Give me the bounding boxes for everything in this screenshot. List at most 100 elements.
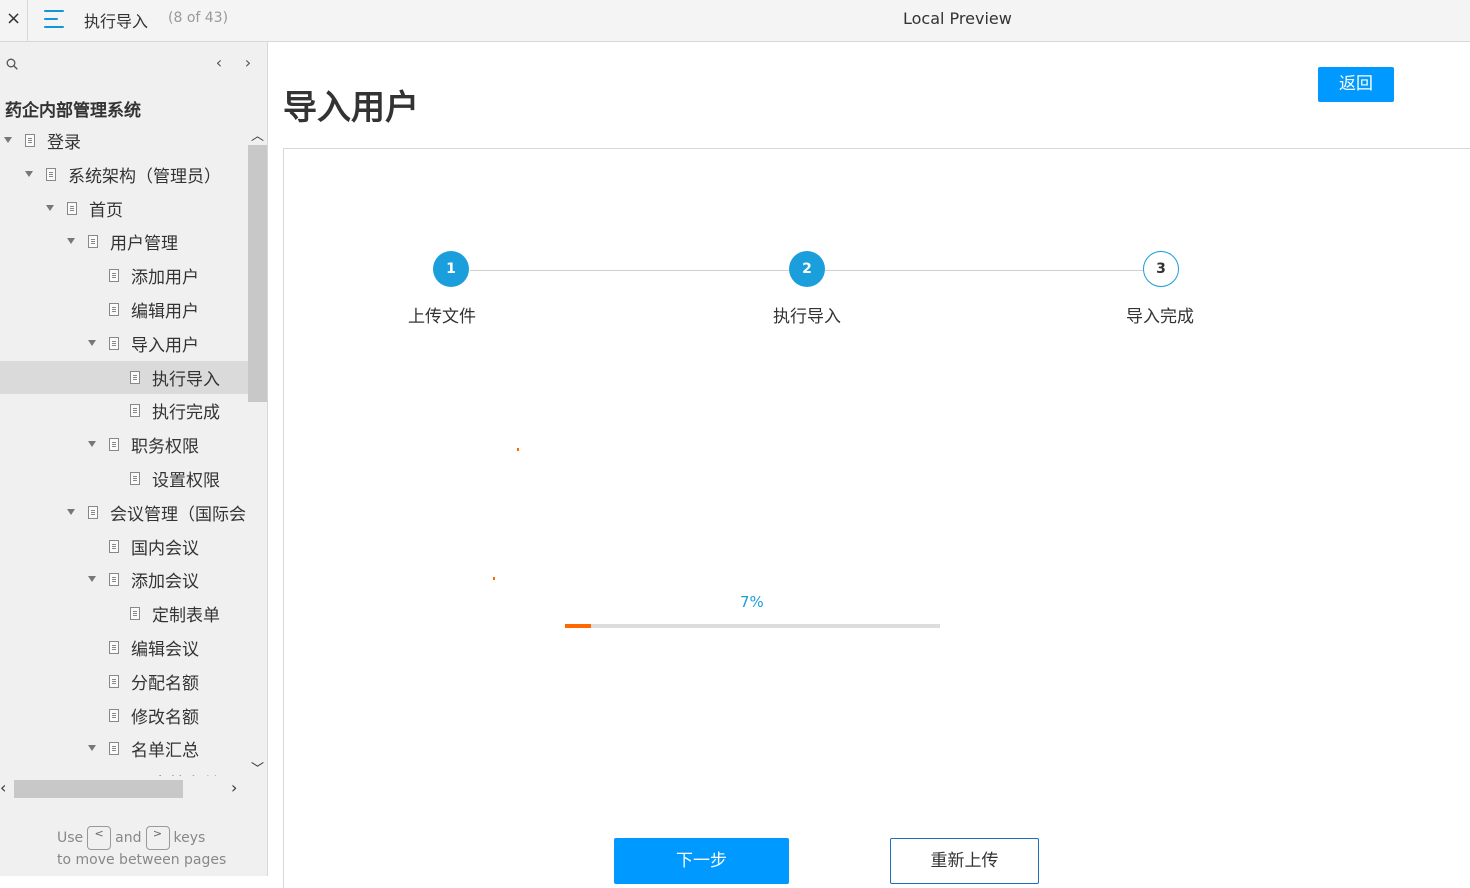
progress-bar (565, 624, 940, 628)
hamburger-menu-icon[interactable] (44, 10, 68, 30)
sidebar-item[interactable]: 修改名额 (0, 699, 248, 732)
sidebar-item[interactable]: 编辑用户 (0, 293, 248, 326)
page-icon (130, 607, 140, 620)
scroll-up-icon[interactable]: ︿ (251, 125, 264, 144)
sidebar-item[interactable]: 职务权限 (0, 428, 248, 461)
scroll-thumb-horizontal[interactable] (14, 780, 183, 798)
page-icon (109, 303, 119, 316)
project-title: 药企内部管理系统 (5, 101, 141, 121)
step-1-label: 上传文件 (408, 307, 476, 327)
sidebar-item-label: 分配名额 (131, 674, 199, 694)
scroll-left-icon[interactable]: ‹ (0, 778, 6, 797)
step-connector (470, 270, 789, 271)
page-icon (109, 573, 119, 586)
loading-dot (517, 448, 519, 451)
page-icon (130, 404, 140, 417)
page-count: (8 of 43) (168, 10, 229, 26)
sidebar-item[interactable]: 用户管理 (0, 225, 248, 258)
progress-fill (565, 624, 592, 628)
sidebar-item-label: 用户管理 (110, 234, 178, 254)
scroll-right-icon[interactable]: › (231, 778, 237, 797)
sidebar-item[interactable]: 会议管理（国际会 (0, 496, 248, 529)
expand-arrow-icon[interactable] (67, 509, 75, 515)
hint-and: and (115, 830, 142, 846)
sidebar-item[interactable]: 执行导入 (0, 361, 248, 394)
next-step-button[interactable]: 下一步 (614, 838, 789, 884)
expand-arrow-icon[interactable] (88, 340, 96, 346)
loading-dot (493, 577, 495, 580)
sidebar-item[interactable]: 首页 (0, 192, 248, 225)
preview-title: Local Preview (903, 9, 1012, 28)
sidebar-item-label: 添加用户 (131, 268, 199, 288)
sidebar-item-label: 编辑用户 (131, 302, 199, 322)
page-icon (109, 269, 119, 282)
sidebar-item-label: 职务权限 (131, 437, 199, 457)
import-card: 1 2 3 上传文件 执行导入 导入完成 7% 下一步 重新上传 (283, 148, 1470, 888)
scroll-down-icon[interactable]: ﹀ (251, 758, 264, 777)
page-icon (46, 168, 56, 181)
sidebar-item[interactable]: 名单汇总 (0, 732, 248, 765)
sidebar-item-label: 导入用户 (131, 336, 199, 356)
sidebar-item-label: 定制表单 (152, 606, 220, 626)
expand-arrow-icon[interactable] (46, 205, 54, 211)
back-button[interactable]: 返回 (1318, 67, 1394, 102)
right-key-icon: > (145, 826, 170, 850)
hint-use: Use (57, 830, 84, 846)
top-bar: × 执行导入 (8 of 43) Local Preview (0, 0, 1470, 42)
sidebar-item[interactable]: 执行完成 (0, 394, 248, 427)
page-icon (109, 540, 119, 553)
expand-arrow-icon[interactable] (88, 441, 96, 447)
main-content: 导入用户 返回 1 2 3 上传文件 执行导入 导入完成 7% 下一步 重新上传 (268, 42, 1470, 888)
vertical-scrollbar[interactable]: ︿ ﹀ (248, 124, 267, 777)
prev-page-icon[interactable]: ‹ (211, 53, 227, 73)
sidebar-item[interactable]: 审核名单 (0, 766, 248, 776)
hint-line2: to move between pages (57, 852, 227, 868)
page-icon (109, 438, 119, 451)
sidebar-item[interactable]: 定制表单 (0, 597, 248, 630)
page-icon (109, 641, 119, 654)
expand-arrow-icon[interactable] (25, 171, 33, 177)
sidebar-item[interactable]: 分配名额 (0, 665, 248, 698)
progress-percent: 7% (740, 593, 764, 611)
sidebar-item-label: 执行导入 (152, 370, 220, 390)
sidebar-item-label: 执行完成 (152, 403, 220, 423)
sidebar-item-label: 国内会议 (131, 539, 199, 559)
step-2-circle: 2 (789, 251, 825, 287)
sidebar-item-label: 会议管理（国际会 (110, 505, 246, 525)
sidebar-item[interactable]: 国内会议 (0, 530, 248, 563)
scroll-thumb[interactable] (248, 145, 267, 402)
expand-arrow-icon[interactable] (88, 745, 96, 751)
next-page-icon[interactable]: › (240, 53, 256, 73)
sidebar-item[interactable]: 登录 (0, 124, 248, 157)
reupload-button[interactable]: 重新上传 (890, 838, 1039, 884)
page-icon (130, 371, 140, 384)
sidebar-item-label: 设置权限 (152, 471, 220, 491)
sidebar-item[interactable]: 设置权限 (0, 462, 248, 495)
sidebar-item-label: 添加会议 (131, 572, 199, 592)
step-1-circle: 1 (433, 251, 469, 287)
step-2-label: 执行导入 (773, 307, 841, 327)
page-icon (109, 337, 119, 350)
expand-arrow-icon[interactable] (88, 576, 96, 582)
sidebar-item[interactable]: 添加用户 (0, 259, 248, 292)
page-title: 导入用户 (283, 88, 419, 128)
sidebar-item[interactable]: 导入用户 (0, 327, 248, 360)
search-icon[interactable] (6, 58, 18, 70)
close-icon[interactable]: × (0, 0, 28, 41)
page-icon (88, 506, 98, 519)
page-icon (88, 235, 98, 248)
current-page-name: 执行导入 (84, 12, 149, 31)
expand-arrow-icon[interactable] (67, 238, 75, 244)
step-3-circle: 3 (1143, 251, 1179, 287)
sidebar-item[interactable]: 添加会议 (0, 563, 248, 596)
page-icon (109, 675, 119, 688)
step-3-label: 导入完成 (1126, 307, 1194, 327)
horizontal-scrollbar[interactable]: ‹ › (0, 778, 248, 800)
expand-arrow-icon[interactable] (4, 137, 12, 143)
left-key-icon: < (87, 826, 112, 850)
sidebar-item-label: 首页 (89, 201, 123, 221)
sidebar-item[interactable]: 系统架构（管理员） (0, 158, 248, 191)
sidebar-item[interactable]: 编辑会议 (0, 631, 248, 664)
step-connector (825, 270, 1143, 271)
page-icon (109, 742, 119, 755)
